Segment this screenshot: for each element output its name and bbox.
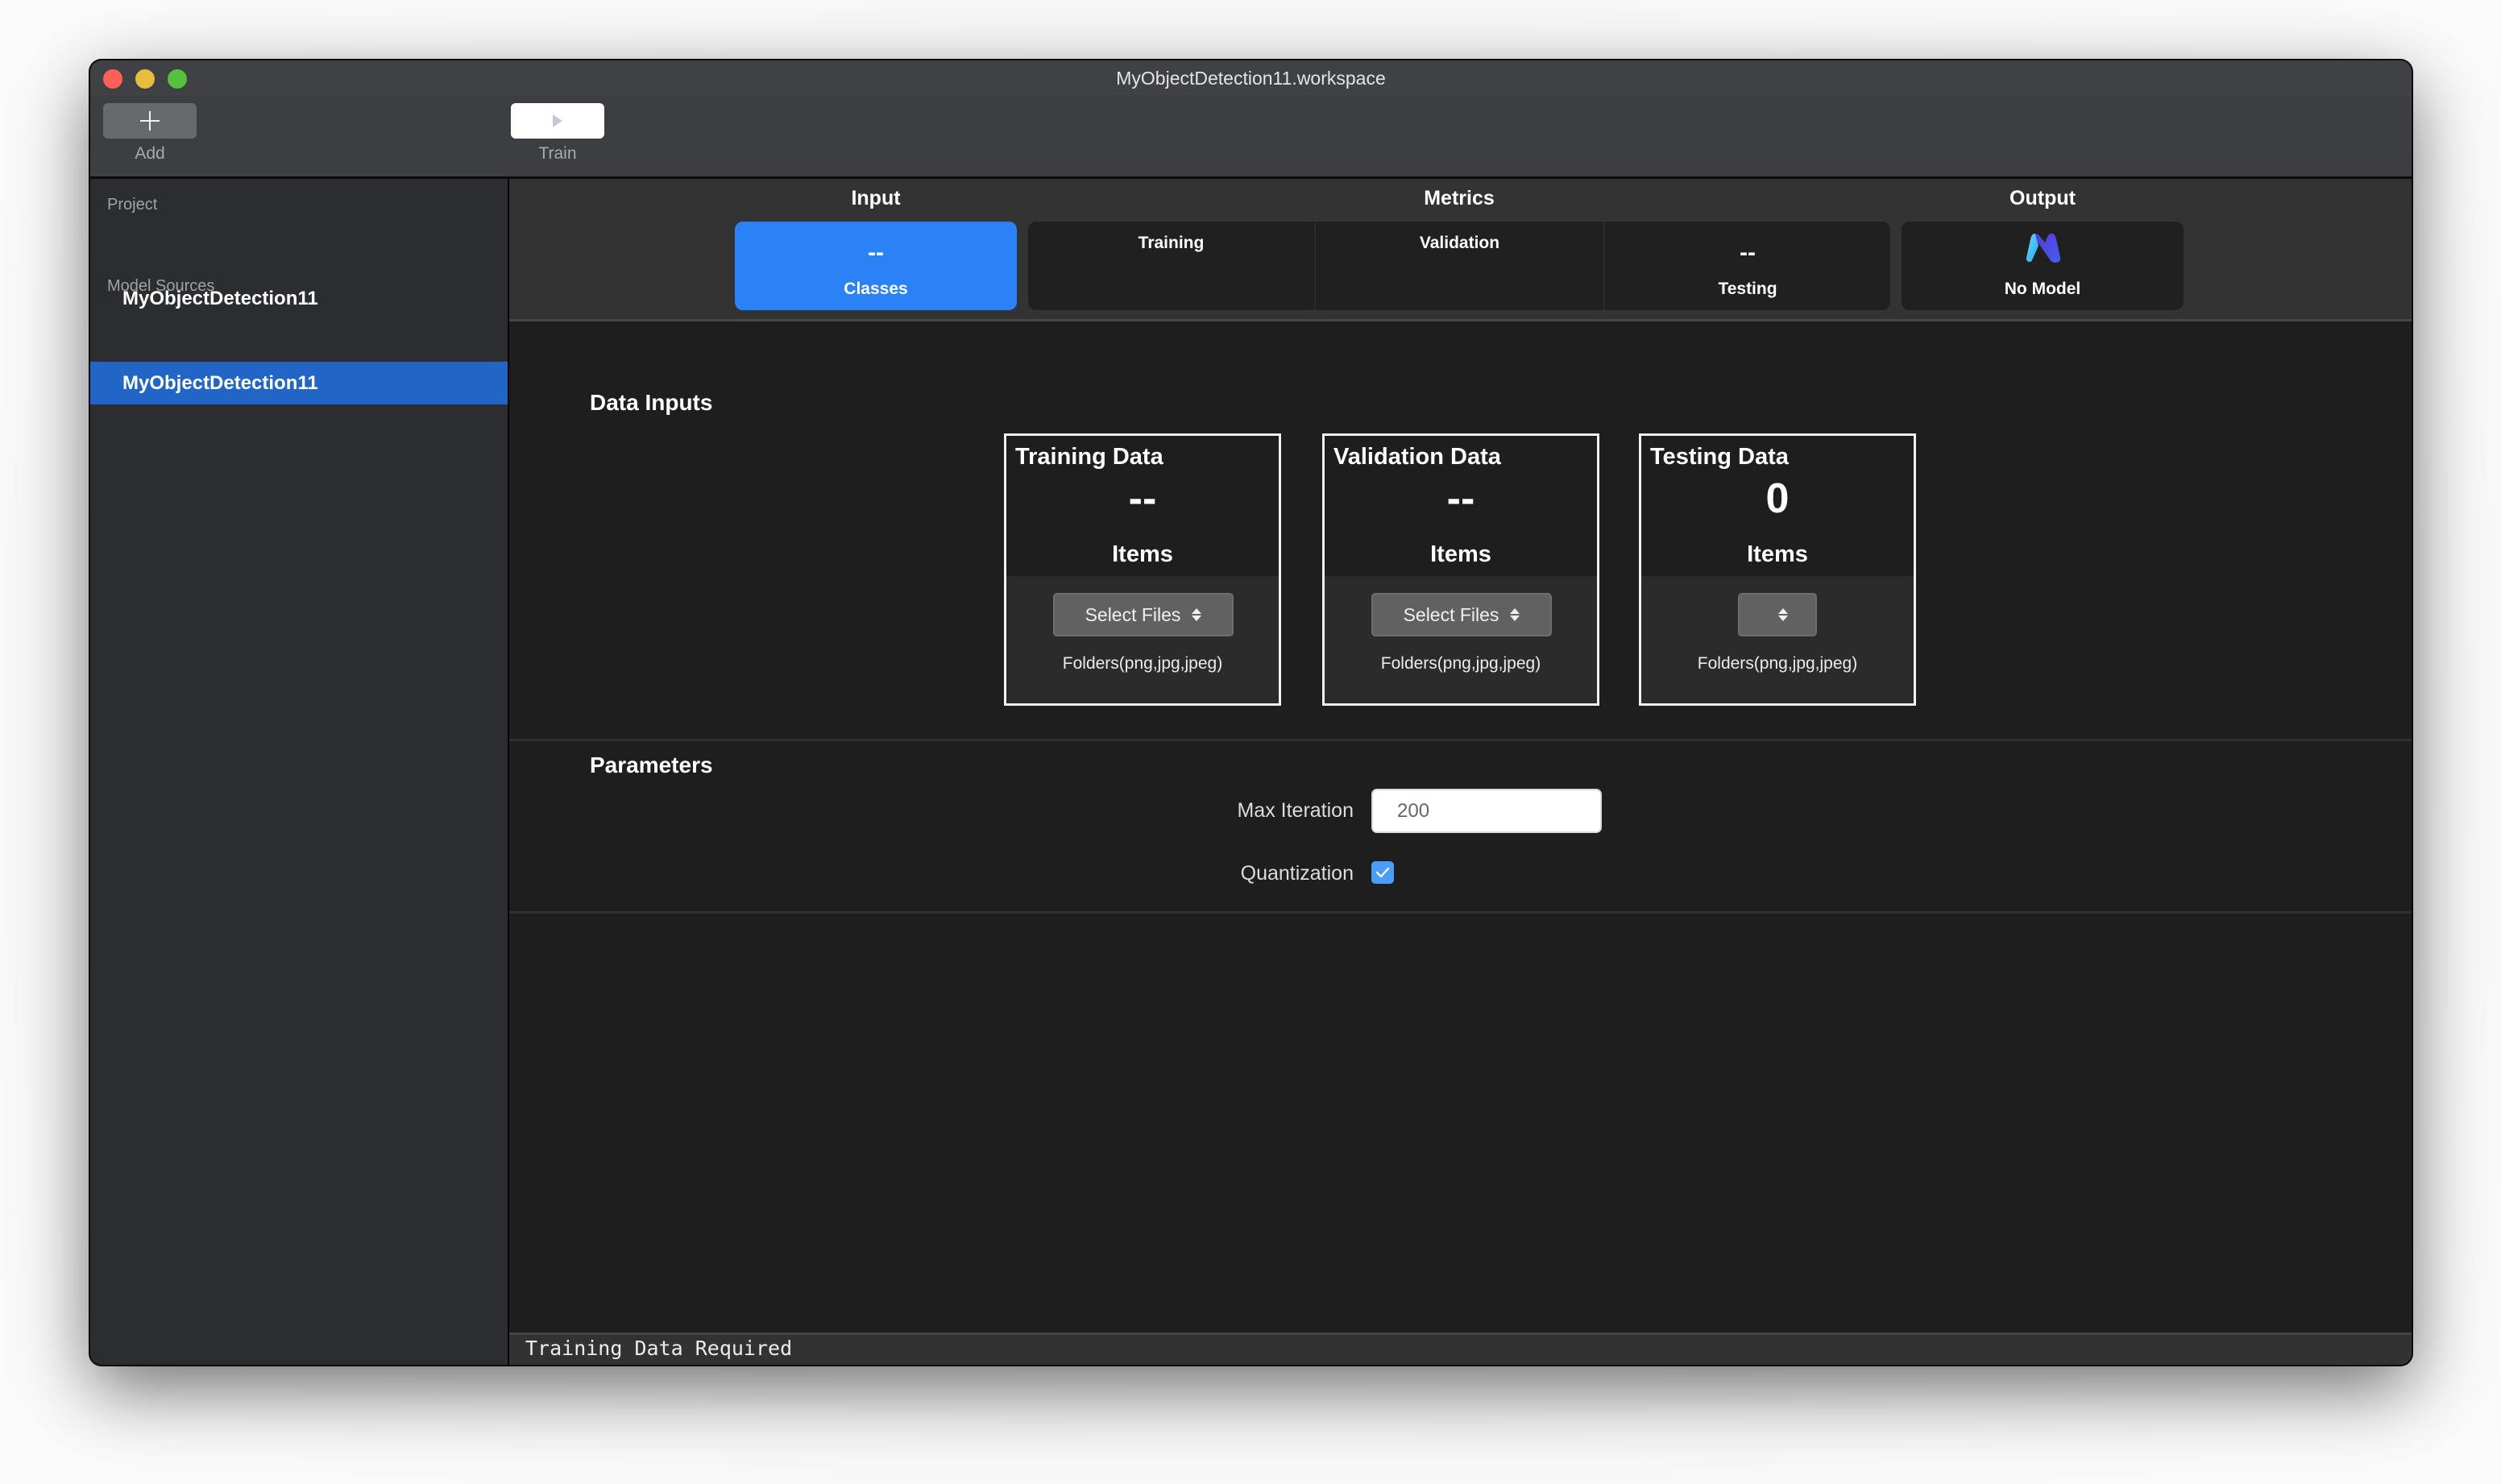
card-header: Validation Data -- Items [1325, 436, 1597, 576]
toolbar: Add Train [90, 96, 2412, 179]
quantization-checkbox[interactable] [1371, 861, 1394, 884]
validation-tab-title: Validation [1419, 234, 1500, 252]
card-footer: Select Files Folders(png,jpg,jpeg) [1325, 576, 1597, 703]
card-header: Training Data -- Items [1006, 436, 1279, 576]
status-message: Training Data Required [525, 1337, 793, 1360]
testing-source-popup[interactable] [1738, 593, 1817, 636]
card-footer: Folders(png,jpg,jpeg) [1641, 576, 1914, 703]
status-bar: Training Data Required [509, 1333, 2412, 1365]
sidebar-item-label: MyObjectDetection11 [122, 372, 318, 394]
section-divider [509, 739, 2412, 741]
select-files-label: Select Files [1085, 603, 1181, 625]
window-title: MyObjectDetection11.workspace [1116, 68, 1386, 89]
metrics-tab-group: Training Validation -- Testing [1028, 222, 1890, 310]
group-label-input: Input [851, 187, 901, 209]
card-unit: Items [1112, 541, 1173, 567]
select-files-button[interactable]: Select Files [1053, 593, 1234, 636]
output-caption: No Model [2004, 280, 2081, 298]
train-button-label: Train [538, 144, 577, 163]
card-header: Testing Data 0 Items [1641, 436, 1914, 576]
add-button-label: Add [135, 144, 165, 163]
sidebar: Project MyObjectDetection11 Model Source… [90, 179, 509, 1365]
card-count: -- [1446, 475, 1475, 522]
add-button[interactable] [103, 103, 197, 139]
sidebar-section-model-sources: Model Sources [107, 277, 215, 295]
card-title: Training Data [1015, 444, 1163, 470]
app-window: MyObjectDetection11.workspace Add Train … [90, 60, 2412, 1365]
play-icon [553, 114, 562, 127]
accepted-formats: Folders(png,jpg,jpeg) [1380, 654, 1541, 673]
tab-testing[interactable]: -- Testing [1605, 222, 1890, 310]
testing-data-card: Testing Data 0 Items Folders(png,jpg,jpe… [1639, 433, 1916, 706]
card-count: 0 [1765, 475, 1790, 522]
classes-count: -- [868, 239, 884, 266]
checkmark-icon [1375, 867, 1390, 878]
classes-caption: Classes [844, 280, 908, 298]
data-inputs-title: Data Inputs [590, 390, 713, 415]
card-unit: Items [1430, 541, 1491, 567]
group-label-output: Output [2010, 187, 2076, 209]
testing-value: -- [1740, 239, 1756, 266]
accepted-formats: Folders(png,jpg,jpeg) [1697, 654, 1858, 673]
tab-output[interactable]: No Model [1902, 222, 2184, 310]
group-label-metrics: Metrics [1424, 187, 1495, 209]
testing-caption: Testing [1718, 280, 1777, 298]
main-pane: Input Metrics Output -- Classes Training… [509, 179, 2412, 1365]
card-unit: Items [1747, 541, 1808, 567]
training-data-card: Training Data -- Items Select Files Fold… [1004, 433, 1281, 706]
create-ml-model-icon [2026, 234, 2061, 263]
section-divider [509, 911, 2412, 914]
card-footer: Select Files Folders(png,jpg,jpeg) [1006, 576, 1279, 703]
classes-cell: -- Classes [735, 222, 1017, 310]
chevron-up-down-icon [1778, 608, 1788, 621]
chevron-up-down-icon [1510, 608, 1520, 621]
chevron-up-down-icon [1192, 608, 1202, 621]
select-files-label: Select Files [1403, 603, 1499, 625]
plus-icon [140, 111, 160, 131]
select-files-button[interactable]: Select Files [1371, 593, 1552, 636]
tabs-header: Input Metrics Output -- Classes Training… [509, 179, 2412, 321]
validation-data-card: Validation Data -- Items Select Files Fo… [1322, 433, 1599, 706]
tab-classes[interactable]: -- Classes [735, 222, 1017, 310]
sidebar-item-model-source[interactable]: MyObjectDetection11 [90, 362, 508, 404]
card-count: -- [1128, 475, 1157, 522]
tab-validation[interactable]: Validation [1316, 222, 1603, 310]
parameters-title: Parameters [590, 752, 713, 777]
max-iteration-label: Max Iteration [1237, 799, 1354, 822]
accepted-formats: Folders(png,jpg,jpeg) [1062, 654, 1223, 673]
output-cell: No Model [1902, 222, 2184, 310]
training-tab-title: Training [1138, 234, 1205, 252]
tab-training[interactable]: Training [1028, 222, 1314, 310]
train-button[interactable] [511, 103, 604, 139]
title-bar: MyObjectDetection11.workspace [90, 60, 2412, 96]
max-iteration-input[interactable] [1371, 789, 1602, 833]
card-title: Testing Data [1650, 444, 1789, 470]
quantization-label: Quantization [1240, 862, 1354, 885]
sidebar-section-project: Project [107, 196, 158, 213]
card-title: Validation Data [1333, 444, 1501, 470]
